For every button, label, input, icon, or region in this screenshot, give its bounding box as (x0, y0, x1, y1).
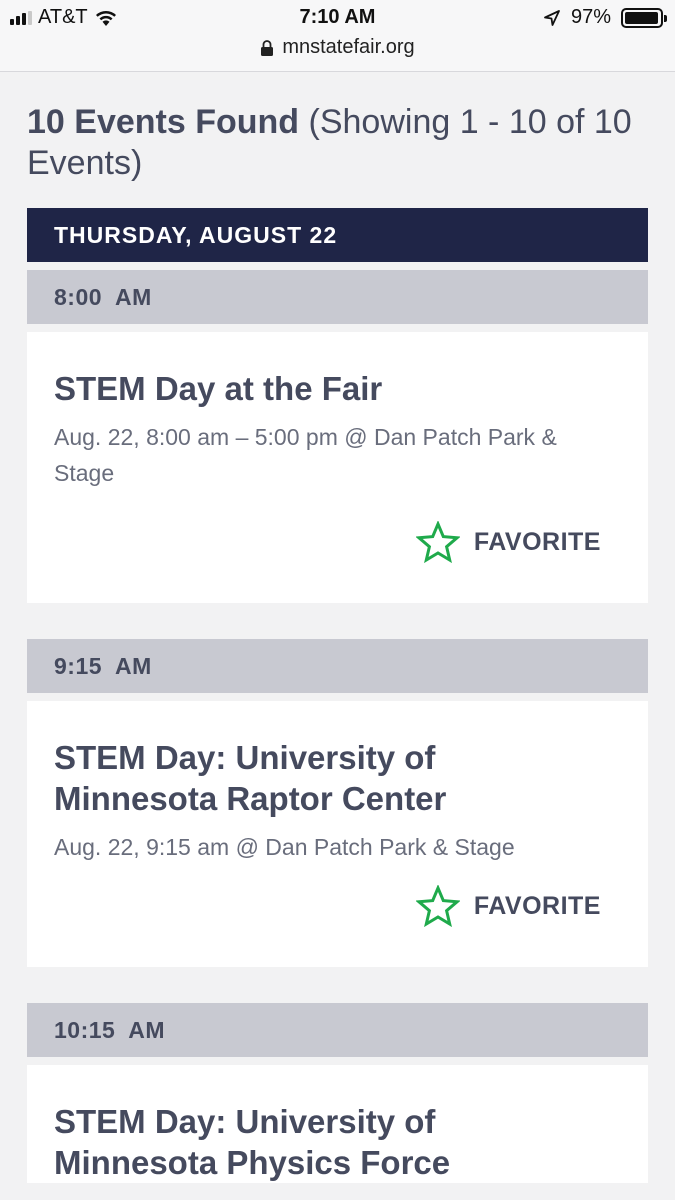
event-title[interactable]: STEM Day: University of Minnesota Raptor… (54, 737, 601, 819)
results-heading: 10 Events Found (Showing 1 - 10 of 10 Ev… (27, 102, 648, 184)
results-count: 10 Events Found (27, 103, 300, 141)
url-text[interactable]: mnstatefair.org (282, 36, 414, 59)
location-arrow-icon (544, 9, 560, 26)
status-right: 97% (543, 6, 667, 29)
star-outline-icon (415, 521, 460, 563)
event-meta: Aug. 22, 9:15 am @ Dan Patch Park & Stag… (54, 834, 515, 860)
event-card[interactable]: STEM Day at the Fair Aug. 22, 8:00 am – … (27, 332, 648, 603)
event-card[interactable]: STEM Day: University of Minnesota Physic… (27, 1065, 648, 1183)
favorite-button[interactable]: FAVORITE (54, 491, 601, 603)
event-meta: Aug. 22, 8:00 am – 5:00 pm @ Dan Patch P… (54, 424, 557, 486)
day-label: THURSDAY, AUGUST 22 (54, 221, 338, 248)
time-header: 9:15 AM (27, 639, 648, 693)
battery-icon (621, 7, 667, 28)
event-title[interactable]: STEM Day: University of Minnesota Physic… (54, 1101, 601, 1183)
time-header: 10:15 AM (27, 1003, 648, 1057)
time-label: 10:15 AM (54, 1016, 166, 1043)
time-header: 8:00 AM (27, 270, 648, 324)
battery-percent: 97% (570, 6, 611, 28)
event-title[interactable]: STEM Day at the Fair (54, 368, 601, 409)
main-content: 10 Events Found (Showing 1 - 10 of 10 Ev… (27, 72, 648, 1183)
star-outline-icon (415, 885, 460, 927)
favorite-label[interactable]: FAVORITE (474, 528, 601, 557)
day-header: THURSDAY, AUGUST 22 (27, 208, 648, 262)
time-label: 9:15 AM (54, 652, 152, 679)
favorite-button[interactable]: FAVORITE (54, 865, 601, 967)
address-bar[interactable]: mnstatefair.org (0, 36, 675, 72)
time-label: 8:00 AM (54, 283, 152, 310)
event-card[interactable]: STEM Day: University of Minnesota Raptor… (27, 701, 648, 967)
favorite-label[interactable]: FAVORITE (474, 892, 601, 921)
status-bar: AT&T 7:10 AM 97% (0, 0, 675, 36)
lock-icon (261, 40, 274, 56)
